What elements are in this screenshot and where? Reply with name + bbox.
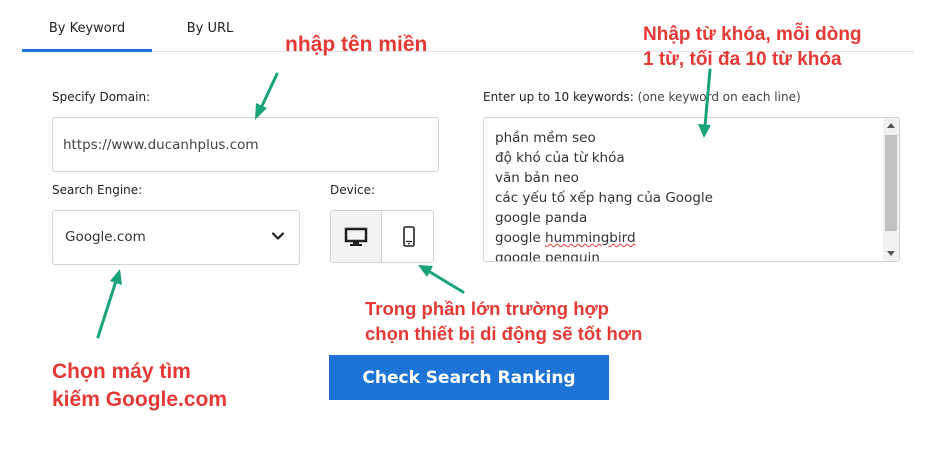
domain-label: Specify Domain: — [52, 90, 151, 104]
keywords-lines: phần mềm seo độ khó của từ khóa văn bản … — [495, 128, 713, 262]
keyword-line: văn bản neo — [495, 170, 579, 186]
domain-input[interactable] — [52, 117, 439, 172]
annotation-keywords-line2: 1 từ, tối đa 10 từ khóa — [643, 49, 842, 70]
keywords-label: Enter up to 10 keywords: (one keyword on… — [483, 90, 801, 104]
annotation-device-line1: Trong phần lớn trường hợp — [365, 298, 609, 319]
annotation-device-line2: chọn thiết bị di động sẽ tốt hơn — [365, 323, 643, 344]
device-label: Device: — [330, 183, 376, 197]
arrow-to-domain-icon — [255, 72, 279, 120]
keyword-line: google hummingbird — [495, 228, 713, 248]
scroll-thumb[interactable] — [885, 135, 897, 231]
smartphone-icon — [402, 225, 415, 247]
device-mobile-button[interactable] — [383, 211, 433, 262]
scroll-up-arrow-icon[interactable] — [887, 123, 895, 128]
monitor-icon — [344, 227, 368, 246]
keywords-label-hint: (one keyword on each line) — [637, 90, 801, 104]
device-toggle — [330, 210, 434, 263]
scroll-down-arrow-icon[interactable] — [887, 251, 895, 256]
annotation-engine-line1: Chọn máy tìm — [52, 360, 191, 383]
chevron-down-icon — [271, 232, 285, 240]
search-engine-value: Google.com — [65, 229, 146, 245]
annotation-domain: nhập tên miền — [285, 33, 428, 56]
annotation-engine-line2: kiếm Google.com — [52, 388, 228, 411]
keywords-textarea[interactable]: phần mềm seo độ khó của từ khóa văn bản … — [483, 117, 900, 262]
keyword-line-prefix: google — [495, 230, 546, 246]
arrow-to-engine-icon — [96, 269, 122, 339]
search-engine-select[interactable]: Google.com — [52, 210, 300, 265]
tab-by-url[interactable]: By URL — [170, 0, 250, 52]
annotation-keywords-line1: Nhập từ khóa, mỗi dòng — [643, 24, 862, 45]
keywords-label-text: Enter up to 10 keywords: — [483, 90, 634, 104]
keyword-line: google panda — [495, 210, 588, 226]
device-desktop-button[interactable] — [331, 211, 382, 262]
annotation-keywords: Nhập từ khóa, mỗi dòng 1 từ, tối đa 10 t… — [643, 22, 862, 72]
annotation-engine: Chọn máy tìm kiếm Google.com — [52, 358, 227, 414]
keyword-line: độ khó của từ khóa — [495, 150, 625, 166]
keyword-line: phần mềm seo — [495, 130, 596, 146]
keyword-line: google penguin — [495, 250, 600, 262]
spellcheck-word: hummingbird — [545, 230, 636, 246]
check-search-ranking-button[interactable]: Check Search Ranking — [329, 355, 609, 400]
tab-by-keyword[interactable]: By Keyword — [22, 0, 152, 52]
keywords-scrollbar[interactable] — [883, 118, 899, 261]
keyword-line: các yếu tố xếp hạng của Google — [495, 190, 713, 206]
annotation-device: Trong phần lớn trường hợp chọn thiết bị … — [365, 296, 642, 346]
arrow-to-mobile-icon — [418, 265, 465, 294]
search-engine-label: Search Engine: — [52, 183, 143, 197]
